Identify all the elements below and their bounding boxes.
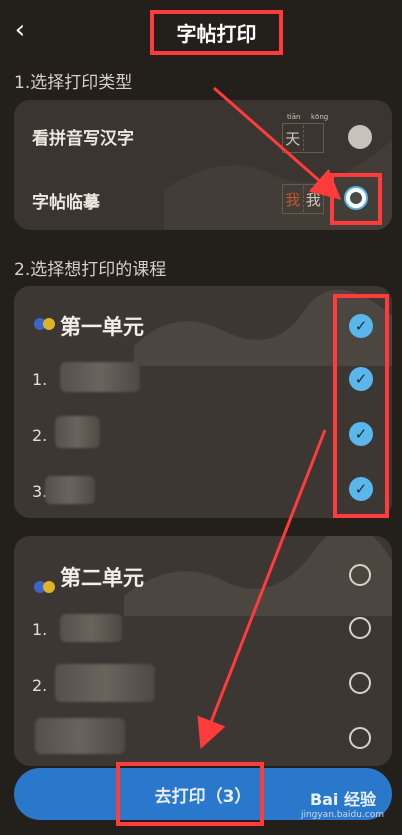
option-pinyin-label[interactable]: 看拼音写汉字 bbox=[32, 124, 134, 149]
lesson-label[interactable]: 1. bbox=[32, 620, 47, 639]
grid-cell-empty bbox=[304, 125, 324, 151]
blurred-lesson-title bbox=[45, 476, 95, 504]
lesson-uncheck-icon[interactable] bbox=[349, 672, 371, 694]
radio-copy-option[interactable] bbox=[344, 186, 368, 210]
grid-cell-gray: 我 bbox=[305, 190, 321, 209]
page-title-box: 字帖打印 bbox=[150, 10, 283, 55]
copy-grid-sample: 我 我 bbox=[282, 184, 324, 214]
lesson-label[interactable]: 1. bbox=[32, 370, 47, 389]
lesson-uncheck-icon[interactable] bbox=[349, 727, 371, 749]
chevron-left-icon: ‹ bbox=[14, 15, 26, 45]
radio-dot bbox=[350, 192, 362, 204]
grid-cell: 天 bbox=[283, 125, 304, 151]
lesson-label[interactable]: 2. bbox=[32, 676, 47, 695]
unit-title-1: 第一单元 bbox=[60, 315, 144, 339]
section-title-print-type: 1.选择打印类型 bbox=[14, 73, 133, 93]
pinyin-grid-sample: 天 bbox=[282, 123, 324, 153]
blurred-lesson-title bbox=[55, 416, 100, 448]
lesson-uncheck-icon[interactable] bbox=[349, 617, 371, 639]
watermark-url: jingyan.baidu.com bbox=[300, 810, 384, 820]
pinyin-left: tiān bbox=[287, 113, 301, 121]
unit-dots-icon bbox=[34, 581, 56, 593]
annotation-box-print bbox=[116, 762, 264, 826]
section-title-courses: 2.选择想打印的课程 bbox=[14, 260, 167, 280]
pinyin-right: kōng bbox=[311, 113, 329, 121]
lesson-check-icon[interactable]: ✓ bbox=[349, 367, 373, 391]
lesson-check-icon[interactable]: ✓ bbox=[349, 422, 373, 446]
lesson-label[interactable]: 2. bbox=[32, 426, 47, 445]
back-button[interactable]: ‹ bbox=[10, 15, 30, 45]
blurred-lesson-title bbox=[55, 664, 155, 702]
page-title: 字帖打印 bbox=[176, 22, 257, 46]
unit-dots-icon bbox=[34, 318, 56, 330]
blurred-lesson-title bbox=[35, 718, 125, 754]
lesson-check-icon[interactable]: ✓ bbox=[349, 477, 373, 501]
grid-cell-red: 我 bbox=[283, 186, 304, 212]
option-copy-label[interactable]: 字帖临摹 bbox=[32, 188, 100, 213]
watermark-logo: Bai 经验 bbox=[309, 790, 376, 809]
unit-title-2: 第二单元 bbox=[60, 566, 144, 590]
blurred-lesson-title bbox=[60, 614, 122, 642]
unit-check-icon[interactable]: ✓ bbox=[349, 314, 373, 338]
radio-pinyin-option[interactable] bbox=[348, 125, 372, 149]
blurred-lesson-title bbox=[60, 362, 140, 392]
unit-uncheck-icon[interactable] bbox=[349, 564, 371, 586]
